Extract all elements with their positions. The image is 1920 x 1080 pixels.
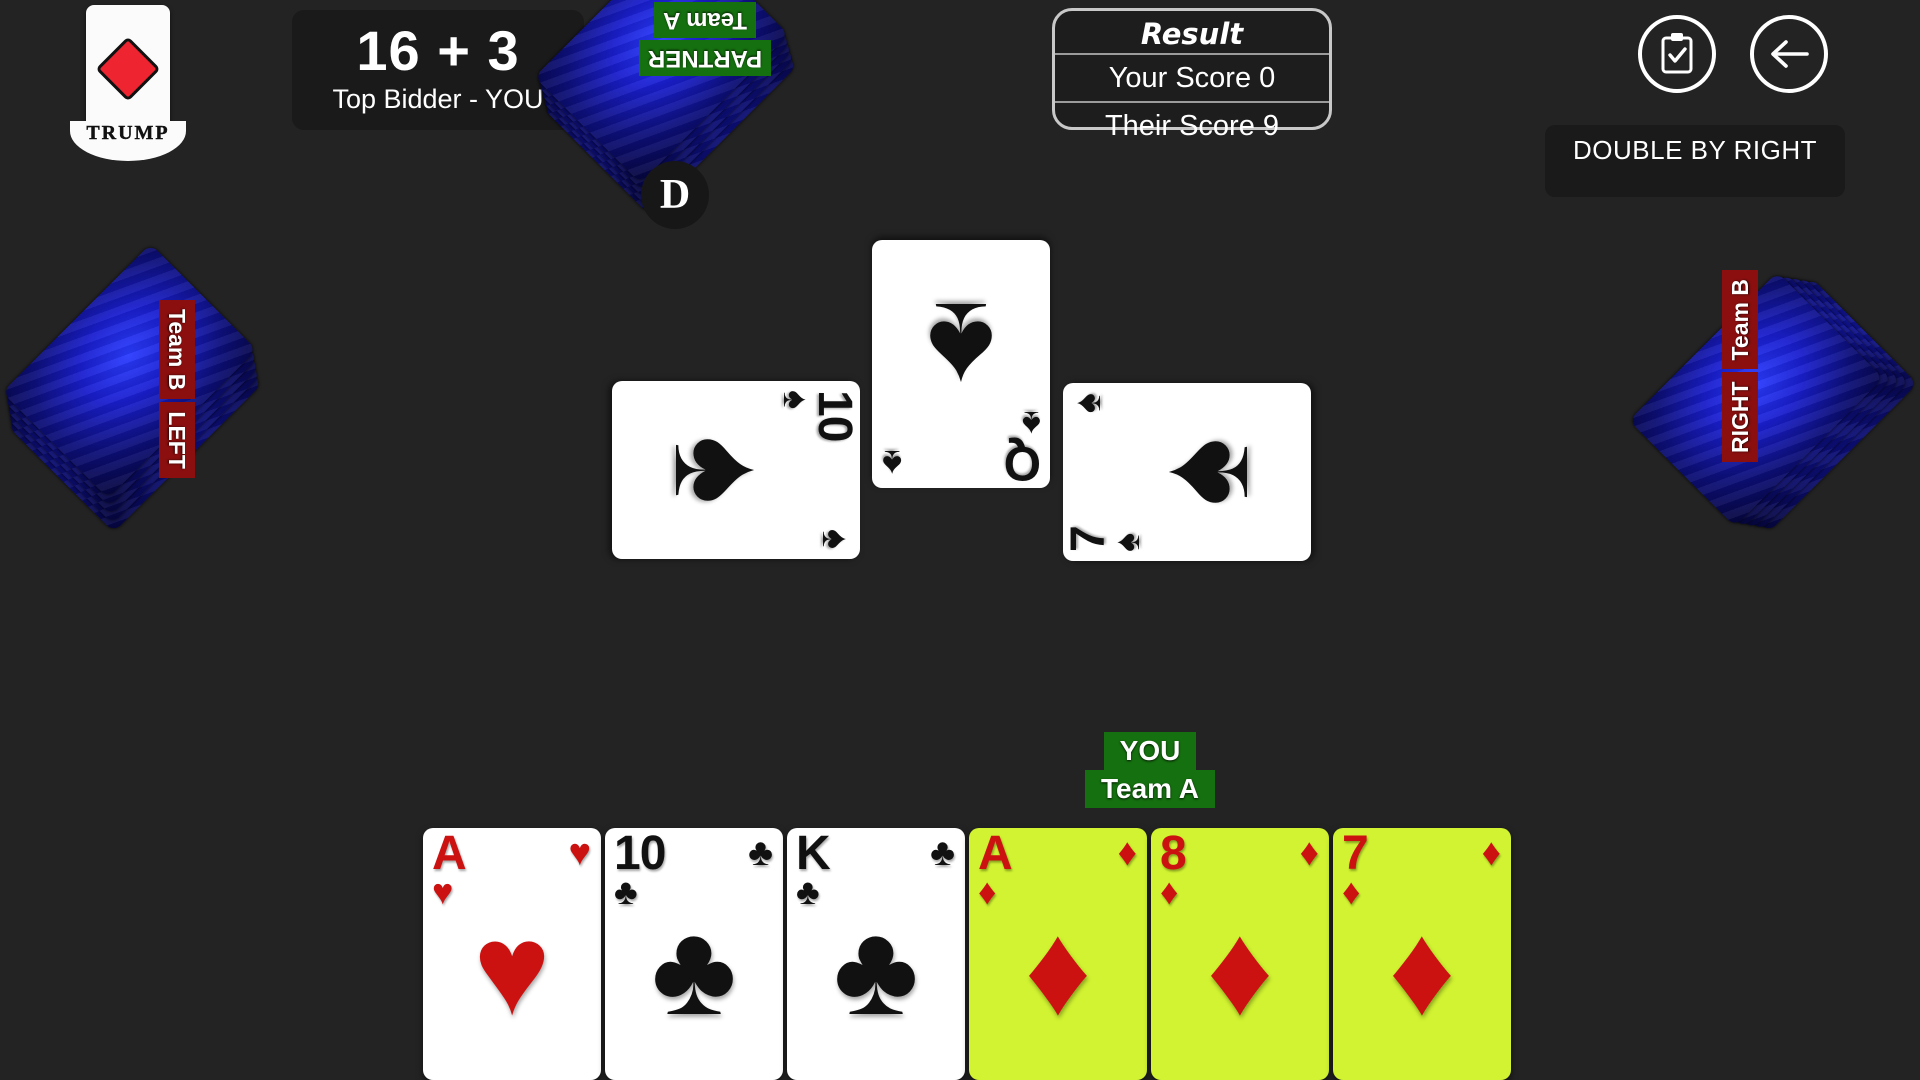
card-pip: ♠ [814,528,856,549]
hand-card[interactable]: A ♦ ♦ ♦ [969,828,1147,1080]
hand-card[interactable]: A ♥ ♥ ♥ [423,828,601,1080]
trump-card [86,5,170,133]
card-corner: Q ♠ [1004,404,1041,488]
card-rank: Q [1004,436,1041,488]
result-panel: Result Your Score 0 Their Score 9 [1052,8,1332,142]
partner-role-label: PARTNER [638,40,772,76]
card-pip: ♦ [1342,871,1361,912]
card-pip-large: ♠ [926,276,996,423]
card-corner: 7 ♦ [1342,830,1369,912]
played-card-right: 7 ♠ ♠ ♠ [1063,383,1311,561]
status-message: DOUBLE BY RIGHT [1573,135,1817,165]
card-pip: ♦ [1481,832,1501,874]
card-pip: ♠ [1106,532,1147,552]
card-pip: ♣ [796,871,820,912]
card-back [2,243,257,499]
back-arrow-icon [1771,40,1809,68]
card-pip: ♦ [1160,871,1179,912]
card-pip: ♦ [978,871,997,912]
left-player-team-label: Team B [159,300,195,400]
card-face: Q ♠ ♠ ♠ [872,240,1050,488]
back-button[interactable] [1750,15,1828,93]
left-player-card-stack [2,243,263,533]
clipboard-check-icon [1661,33,1693,74]
player-hand: A ♥ ♥ ♥ 10 ♣ ♣ ♣ K ♣ ♣ ♣ A ♦ ♦ ♦ 8 ♦ ♦ ♦ 7 ♦ ♦ ♦ [423,828,1511,1080]
trump-indicator: TRUMP [70,5,186,161]
played-card-left: 10 ♠ ♠ ♠ [612,381,860,559]
you-role-label: YOU [1103,732,1197,770]
left-player-role-label: LEFT [159,402,195,478]
card-pip: ♦ [1299,832,1319,874]
result-title: Result [1140,17,1244,51]
card-pip: ♠ [776,390,817,410]
card-corner: A ♦ [978,830,1013,912]
card-pip-large: ♣ [833,896,919,1043]
left-player-labels: LEFT Team B [159,300,195,478]
you-labels: YOU Team A [1075,732,1225,808]
partner-labels: PARTNER Team A [585,2,825,76]
your-score: Your Score 0 [1055,53,1329,101]
card-pip-large: ♥ [473,896,551,1043]
card-rank: 10 [808,390,860,442]
card-pip: ♥ [568,832,591,874]
card-pip: ♠ [1021,404,1041,445]
card-pip: ♣ [930,832,955,874]
card-face: 10 ♠ ♠ ♠ [612,381,860,559]
card-pip-large: ♦ [1024,896,1092,1043]
right-player-labels: RIGHT Team B [1722,270,1758,462]
right-player-card-stack [1628,272,1918,533]
card-face: 7 ♠ ♠ ♠ [1063,383,1311,561]
card-pip: ♣ [614,871,638,912]
card-pip-large: ♦ [1388,896,1456,1043]
hand-card[interactable]: 7 ♦ ♦ ♦ [1333,828,1511,1080]
right-player-team-label: Team B [1722,270,1758,370]
you-team-label: Team A [1084,770,1216,808]
card-pip-large: ♦ [1206,896,1274,1043]
card-pip: ♠ [1067,393,1109,414]
card-pip: ♦ [1117,832,1137,874]
card-pip: ♥ [432,871,454,912]
hand-card[interactable]: K ♣ ♣ ♣ [787,828,965,1080]
hand-card[interactable]: 8 ♦ ♦ ♦ [1151,828,1329,1080]
trump-label: TRUMP [86,122,170,144]
card-pip-large: ♣ [651,896,737,1043]
trump-base: TRUMP [70,121,186,161]
diamond-icon [95,36,161,102]
dealer-badge: D [641,161,709,229]
played-card-top: Q ♠ ♠ ♠ [872,240,1050,490]
card-corner: K ♣ [796,830,831,912]
card-corner: A ♥ [432,830,467,912]
hand-card[interactable]: 10 ♣ ♣ ♣ [605,828,783,1080]
card-pip: ♣ [748,832,773,874]
right-player-role-label: RIGHT [1722,372,1758,462]
scoreboard-button[interactable] [1638,15,1716,93]
card-corner: 10 ♠ [776,390,860,442]
game-table: TRUMP 16 + 3 Top Bidder - YOU PARTNER Te… [0,0,1920,1080]
card-corner: 8 ♦ [1160,830,1187,912]
their-score: Their Score 9 [1055,101,1329,149]
partner-team-label: Team A [653,2,757,38]
status-panel: DOUBLE BY RIGHT [1545,125,1845,197]
card-pip: ♠ [882,442,903,484]
card-corner: 7 ♠ [1063,526,1147,552]
card-pip-large: ♠ [1128,437,1275,507]
card-pip-large: ♠ [648,435,795,505]
